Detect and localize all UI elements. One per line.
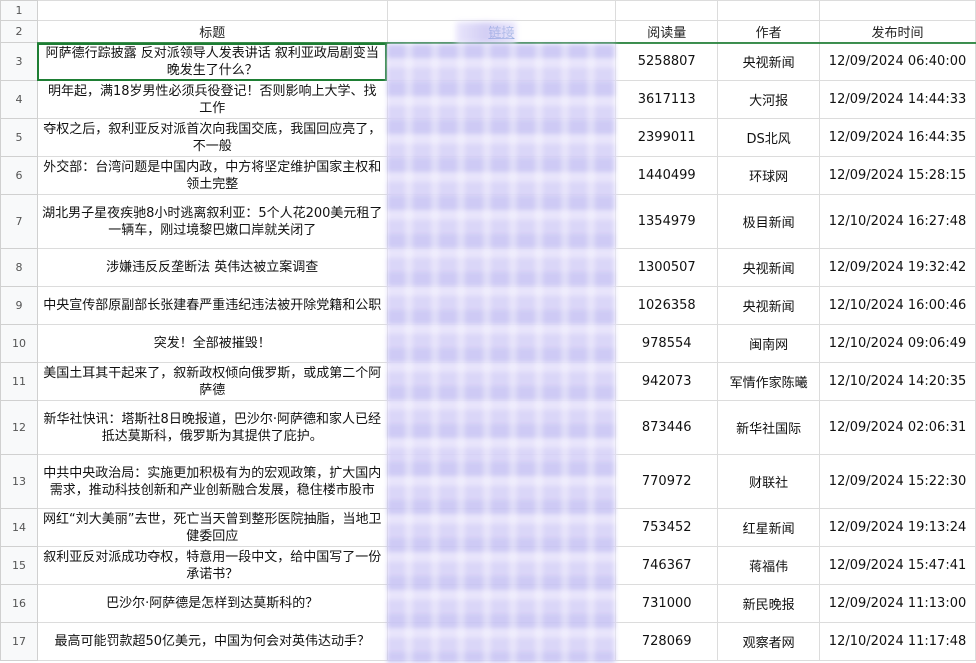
title-cell[interactable]: 突发！全部被摧毁！: [36, 324, 388, 363]
header-reads[interactable]: 阅读量: [615, 20, 719, 43]
row-header[interactable]: 8: [0, 248, 38, 287]
reads-cell[interactable]: 728069: [615, 622, 719, 661]
author-cell[interactable]: 环球网: [717, 156, 821, 195]
title-cell[interactable]: 明年起，满18岁男性必须兵役登记！否则影响上大学、找工作: [36, 80, 388, 119]
title-cell[interactable]: 巴沙尔·阿萨德是怎样到达莫斯科的？: [36, 584, 388, 623]
published-cell[interactable]: 12/09/2024 11:13:00: [819, 584, 976, 623]
row-header[interactable]: 3: [0, 42, 38, 81]
row-header[interactable]: 14: [0, 508, 38, 547]
reads-cell[interactable]: 2399011: [615, 118, 719, 157]
spreadsheet: 1 2 标题 链接 阅读量 作者 发布时间 3阿萨德行踪披露 反对派领导人发表讲…: [0, 0, 976, 663]
title-cell[interactable]: 网红“刘大美丽”去世，死亡当天曾到整形医院抽脂，当地卫健委回应: [36, 508, 388, 547]
title-cell[interactable]: 涉嫌违反反垄断法 英伟达被立案调查: [36, 248, 388, 287]
author-cell[interactable]: 蒋福伟: [717, 546, 821, 585]
title-cell[interactable]: 湖北男子星夜疾驰8小时逃离叙利亚：5个人花200美元租了一辆车，刚过境黎巴嫩口岸…: [36, 194, 388, 249]
published-cell[interactable]: 12/09/2024 19:13:24: [819, 508, 976, 547]
reads-cell[interactable]: 770972: [615, 454, 719, 509]
author-cell[interactable]: 极目新闻: [717, 194, 821, 249]
author-cell[interactable]: 央视新闻: [717, 248, 821, 287]
reads-cell[interactable]: 942073: [615, 362, 719, 401]
published-cell[interactable]: 12/09/2024 02:06:31: [819, 400, 976, 455]
reads-cell[interactable]: 5258807: [615, 42, 719, 81]
title-cell[interactable]: 新华社快讯：塔斯社8日晚报道，巴沙尔·阿萨德和家人已经抵达莫斯科，俄罗斯为其提供…: [36, 400, 388, 455]
published-cell[interactable]: 12/10/2024 16:27:48: [819, 194, 976, 249]
reads-cell[interactable]: 873446: [615, 400, 719, 455]
row-header[interactable]: 13: [0, 454, 38, 509]
row-header[interactable]: 10: [0, 324, 38, 363]
reads-cell[interactable]: 746367: [615, 546, 719, 585]
published-cell[interactable]: 12/09/2024 06:40:00: [819, 42, 976, 81]
row-header[interactable]: 6: [0, 156, 38, 195]
row-header[interactable]: 11: [0, 362, 38, 401]
title-cell[interactable]: 夺权之后，叙利亚反对派首次向我国交底，我国回应亮了，不一般: [36, 118, 388, 157]
reads-cell[interactable]: 1300507: [615, 248, 719, 287]
header-published[interactable]: 发布时间: [819, 20, 976, 43]
author-cell[interactable]: 大河报: [717, 80, 821, 119]
row-header-2[interactable]: 2: [0, 20, 38, 43]
row-1: 1: [0, 0, 976, 21]
row-header[interactable]: 16: [0, 584, 38, 623]
title-cell[interactable]: 中共中央政治局：实施更加积极有为的宏观政策，扩大国内需求，推动科技创新和产业创新…: [36, 454, 388, 509]
author-cell[interactable]: 观察者网: [717, 622, 821, 661]
row-header[interactable]: 12: [0, 400, 38, 455]
reads-cell[interactable]: 731000: [615, 584, 719, 623]
published-cell[interactable]: 12/09/2024 15:28:15: [819, 156, 976, 195]
cell[interactable]: [819, 0, 976, 21]
reads-cell[interactable]: 753452: [615, 508, 719, 547]
author-cell[interactable]: 新民晚报: [717, 584, 821, 623]
row-header[interactable]: 9: [0, 286, 38, 325]
author-cell[interactable]: 新华社国际: [717, 400, 821, 455]
title-cell[interactable]: 叙利亚反对派成功夺权，特意用一段中文，给中国写了一份承诺书？: [36, 546, 388, 585]
published-cell[interactable]: 12/10/2024 11:17:48: [819, 622, 976, 661]
cell[interactable]: [386, 0, 617, 21]
row-header[interactable]: 17: [0, 622, 38, 661]
author-cell[interactable]: 央视新闻: [717, 286, 821, 325]
author-cell[interactable]: 闽南网: [717, 324, 821, 363]
blurred-link-column: [387, 44, 616, 663]
row-header[interactable]: 7: [0, 194, 38, 249]
row-header[interactable]: 15: [0, 546, 38, 585]
author-cell[interactable]: DS北风: [717, 118, 821, 157]
reads-cell[interactable]: 1026358: [615, 286, 719, 325]
blurred-link-header: [456, 22, 516, 44]
published-cell[interactable]: 12/10/2024 14:20:35: [819, 362, 976, 401]
cell[interactable]: [615, 0, 719, 21]
author-cell[interactable]: 财联社: [717, 454, 821, 509]
reads-cell[interactable]: 1354979: [615, 194, 719, 249]
published-cell[interactable]: 12/09/2024 15:47:41: [819, 546, 976, 585]
cell[interactable]: [717, 0, 821, 21]
title-cell[interactable]: 阿萨德行踪披露 反对派领导人发表讲话 叙利亚政局剧变当晚发生了什么？: [36, 42, 388, 81]
author-cell[interactable]: 军情作家陈曦: [717, 362, 821, 401]
published-cell[interactable]: 12/09/2024 14:44:33: [819, 80, 976, 119]
reads-cell[interactable]: 978554: [615, 324, 719, 363]
published-cell[interactable]: 12/10/2024 16:00:46: [819, 286, 976, 325]
cell[interactable]: [36, 0, 388, 21]
published-cell[interactable]: 12/09/2024 15:22:30: [819, 454, 976, 509]
row-header[interactable]: 4: [0, 80, 38, 119]
title-cell[interactable]: 中央宣传部原副部长张建春严重违纪违法被开除党籍和公职: [36, 286, 388, 325]
row-header-1[interactable]: 1: [0, 0, 38, 21]
reads-cell[interactable]: 1440499: [615, 156, 719, 195]
author-cell[interactable]: 红星新闻: [717, 508, 821, 547]
published-cell[interactable]: 12/10/2024 09:06:49: [819, 324, 976, 363]
author-cell[interactable]: 央视新闻: [717, 42, 821, 81]
header-author[interactable]: 作者: [717, 20, 821, 43]
title-cell[interactable]: 美国土耳其干起来了，叙新政权倾向俄罗斯，或成第二个阿萨德: [36, 362, 388, 401]
reads-cell[interactable]: 3617113: [615, 80, 719, 119]
row-header[interactable]: 5: [0, 118, 38, 157]
published-cell[interactable]: 12/09/2024 16:44:35: [819, 118, 976, 157]
published-cell[interactable]: 12/09/2024 19:32:42: [819, 248, 976, 287]
header-title[interactable]: 标题: [36, 20, 388, 43]
title-cell[interactable]: 最高可能罚款超50亿美元，中国为何会对英伟达动手？: [36, 622, 388, 661]
title-cell[interactable]: 外交部：台湾问题是中国内政，中方将坚定维护国家主权和领土完整: [36, 156, 388, 195]
